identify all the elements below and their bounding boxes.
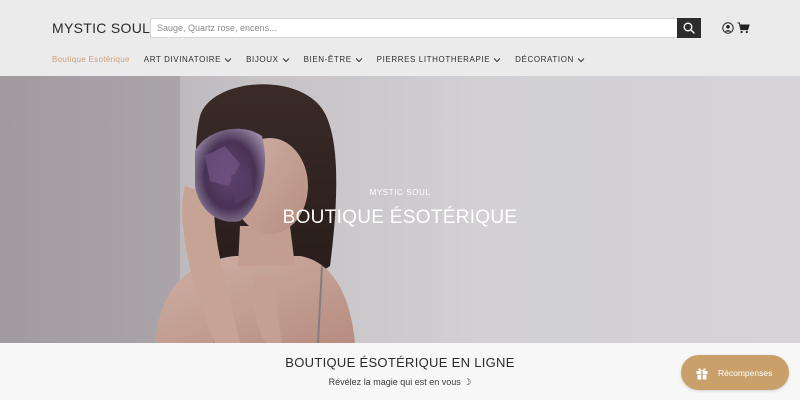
- hero-subtitle: MYSTIC SOUL: [369, 188, 431, 197]
- nav-item-art-divinatoire[interactable]: ART DIVINATOIRE: [144, 55, 232, 64]
- nav-item-label: Boutique Esotérique: [52, 55, 130, 64]
- search-button[interactable]: [677, 18, 701, 38]
- chevron-down-icon: [493, 57, 501, 62]
- gift-icon: [696, 367, 708, 379]
- nav-item-pierres-lithotherapie[interactable]: PIERRES LITHOTHERAPIE: [377, 55, 502, 64]
- hero-banner: MYSTIC SOUL BOUTIQUE ÉSOTÉRIQUE: [0, 76, 800, 343]
- nav-item-bijoux[interactable]: BIJOUX: [246, 55, 290, 64]
- chevron-down-icon: [577, 57, 585, 62]
- nav-item-decoration[interactable]: DÉCORATION: [515, 55, 585, 64]
- chevron-down-icon: [224, 57, 232, 62]
- cart-icon[interactable]: [737, 22, 750, 34]
- search-input[interactable]: [151, 19, 677, 37]
- chevron-down-icon: [282, 57, 289, 62]
- site-logo[interactable]: MYSTIC SOUL: [52, 20, 150, 36]
- chevron-down-icon: [355, 57, 363, 62]
- rewards-label: Récompenses: [718, 367, 773, 378]
- rewards-button[interactable]: Récompenses: [681, 355, 789, 390]
- search-bar: [150, 18, 701, 38]
- intro-subtitle: Révélez la magie qui est en vous ☽: [328, 377, 472, 387]
- nav-item-bien-etre[interactable]: BIEN-ÊTRE: [304, 55, 363, 64]
- nav-item-boutique-esoterique[interactable]: Boutique Esotérique: [52, 55, 130, 64]
- search-icon: [683, 22, 695, 34]
- intro-title: BOUTIQUE ÉSOTÉRIQUE EN LIGNE: [285, 355, 515, 370]
- hero-title: BOUTIQUE ÉSOTÉRIQUE: [282, 207, 518, 228]
- main-nav: Boutique Esotérique ART DIVINATOIRE BIJO…: [52, 55, 599, 64]
- nav-item-label: DÉCORATION: [515, 55, 574, 64]
- intro-section: BOUTIQUE ÉSOTÉRIQUE EN LIGNE Révélez la …: [0, 343, 800, 400]
- nav-item-label: ART DIVINATOIRE: [143, 55, 222, 64]
- site-header: MYSTIC SOUL Boutique Esotérique ART DIVI…: [0, 0, 800, 76]
- nav-item-label: BIEN-ÊTRE: [303, 55, 352, 64]
- nav-item-label: PIERRES LITHOTHERAPIE: [376, 55, 491, 64]
- nav-item-label: BIJOUX: [246, 55, 279, 64]
- user-icon[interactable]: [722, 22, 734, 34]
